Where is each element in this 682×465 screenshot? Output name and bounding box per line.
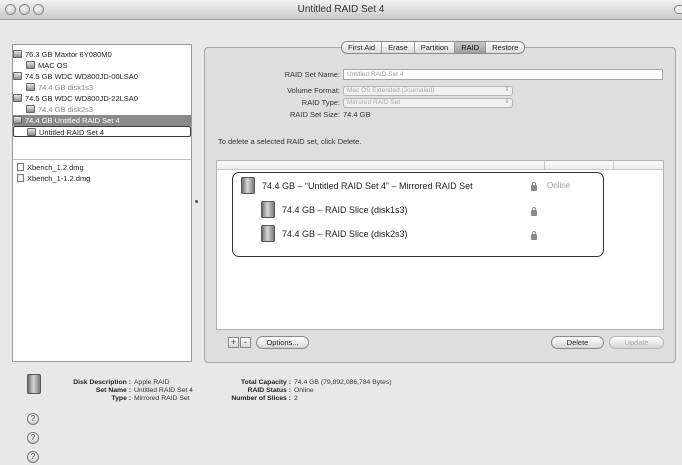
sidebar-item-raid-volume[interactable]: Untitled RAID Set 4 xyxy=(13,126,191,137)
sidebar-item-xbench-dmg-2[interactable]: Xbench_1-1.2.dmg xyxy=(13,173,191,184)
sidebar-item-disk1s3[interactable]: 74.4 GB disk1s3 xyxy=(13,82,191,93)
remove-raid-button[interactable]: - xyxy=(240,337,251,348)
volume-list: 76.3 GB Maxtor 6Y080M0 MAC OS 74.5 GB WD… xyxy=(13,45,191,159)
raid-slice-row-1[interactable]: 74.4 GB – RAID Slice (disk1s3) xyxy=(261,200,408,220)
hard-disk-icon xyxy=(261,201,275,218)
tab-erase[interactable]: Erase xyxy=(382,42,415,53)
disk-image-icon xyxy=(17,163,24,171)
sidebar-item-label: Untitled RAID Set 4 xyxy=(39,128,105,137)
hard-disk-icon xyxy=(13,50,22,58)
sidebar-item-wdc-disk-1[interactable]: 74.5 GB WDC WD800JD-00LSA0 xyxy=(13,71,191,82)
volume-format-row: Volume Format: xyxy=(230,85,340,97)
raid-set-size-row: RAID Set Size: xyxy=(230,109,340,121)
delete-button[interactable]: Delete xyxy=(551,336,604,349)
sidebar-item-maxtor-disk[interactable]: 76.3 GB Maxtor 6Y080M0 xyxy=(13,49,191,60)
update-button[interactable]: Update xyxy=(609,336,664,349)
sidebar-item-label: 74.5 GB WDC WD800JD-00LSA0 xyxy=(25,72,138,81)
window-title: Untitled RAID Set 4 xyxy=(297,4,385,15)
raid-type-row: RAID Type: xyxy=(230,97,340,109)
volume-icon xyxy=(26,105,35,113)
info-label: Type : xyxy=(111,395,131,402)
help-button[interactable]: ? xyxy=(27,451,39,463)
raid-set-name-label: RAID Set Name: xyxy=(284,70,340,79)
help-button[interactable]: ? xyxy=(27,413,39,425)
volume-icon xyxy=(26,61,35,69)
sidebar-item-label: MAC OS xyxy=(38,61,68,70)
hard-disk-icon xyxy=(13,72,22,80)
popup-arrows-icon: ⇕ xyxy=(504,98,510,105)
sidebar-item-xbench-dmg[interactable]: Xbench_1.2.dmg xyxy=(13,162,191,173)
lock-icon xyxy=(531,231,537,240)
sidebar-item-raid-set[interactable]: 74.4 GB Untitled RAID Set 4 xyxy=(13,115,191,126)
volume-format-label: Volume Format: xyxy=(287,86,340,95)
sidebar-item-label: 74.4 GB disk1s3 xyxy=(38,83,94,92)
tab-partition[interactable]: Partition xyxy=(415,42,456,53)
sidebar-item-disk2s3[interactable]: 74.4 GB disk2s3 xyxy=(13,104,191,115)
raid-type-popup[interactable]: Mirrored RAID Set ⇕ xyxy=(343,98,513,108)
table-header xyxy=(217,161,663,170)
raid-type-value: Mirrored RAID Set xyxy=(347,99,401,106)
raid-type-label: RAID Type: xyxy=(301,98,340,107)
lock-icon xyxy=(531,182,537,191)
raid-set-row[interactable]: 74.4 GB – “Untitled RAID Set 4” – Mirror… xyxy=(241,176,473,196)
volume-sidebar: 76.3 GB Maxtor 6Y080M0 MAC OS 74.5 GB WD… xyxy=(12,44,192,362)
tab-restore[interactable]: Restore xyxy=(486,42,524,53)
hard-disk-icon xyxy=(13,94,22,102)
splitter-handle[interactable] xyxy=(195,200,198,203)
sidebar-item-label: Xbench_1.2.dmg xyxy=(27,163,84,172)
sidebar-item-label: 74.4 GB disk2s3 xyxy=(38,105,94,114)
raid-disk-icon xyxy=(241,177,255,194)
title-bar: Untitled RAID Set 4 xyxy=(0,0,682,20)
help-button[interactable]: ? xyxy=(27,432,39,444)
raid-set-name-row: RAID Set Name: xyxy=(230,69,340,81)
info-number-of-slices: Number of Slices : 2 xyxy=(220,394,460,403)
lock-icon xyxy=(531,207,537,216)
sidebar-divider xyxy=(13,159,191,160)
sidebar-item-mac-os-volume[interactable]: MAC OS xyxy=(13,60,191,71)
raid-slice-row-2[interactable]: 74.4 GB – RAID Slice (disk2s3) xyxy=(261,224,408,244)
raid-disk-icon xyxy=(27,374,41,394)
info-value: 2 xyxy=(294,395,298,402)
volume-format-popup[interactable]: Mac OS Extended (Journaled) ⇕ xyxy=(343,86,513,96)
sidebar-item-label: 76.3 GB Maxtor 6Y080M0 xyxy=(25,50,112,59)
sidebar-item-label: Xbench_1-1.2.dmg xyxy=(27,174,91,183)
sidebar-item-label: 74.5 GB WDC WD800JD-22LSA0 xyxy=(25,94,138,103)
raid-set-label: 74.4 GB – “Untitled RAID Set 4” – Mirror… xyxy=(262,181,473,191)
volume-icon xyxy=(27,128,36,136)
tab-first-aid[interactable]: First Aid xyxy=(342,42,383,53)
raid-set-size-label: RAID Set Size: xyxy=(289,110,340,119)
raid-set-size-value: 74.4 GB xyxy=(343,110,371,119)
options-button[interactable]: Options... xyxy=(256,336,309,349)
info-label: Number of Slices : xyxy=(231,395,291,402)
add-raid-button[interactable]: + xyxy=(228,337,239,348)
sidebar-item-label: 74.4 GB Untitled RAID Set 4 xyxy=(25,116,120,125)
volume-format-value: Mac OS Extended (Journaled) xyxy=(347,87,435,94)
info-value: Mirrored RAID Set xyxy=(134,395,190,402)
popup-arrows-icon: ⇕ xyxy=(504,86,510,93)
raid-disk-icon xyxy=(13,116,22,124)
toolbar-toggle-button[interactable] xyxy=(674,5,682,14)
disk-image-icon xyxy=(17,174,24,182)
raid-status-text: Online xyxy=(547,181,571,190)
column-separator xyxy=(613,161,614,170)
volume-icon xyxy=(26,83,35,91)
delete-hint-text: To delete a selected RAID set, click Del… xyxy=(218,137,362,146)
column-separator xyxy=(544,161,545,170)
sidebar-item-wdc-disk-2[interactable]: 74.5 GB WDC WD800JD-22LSA0 xyxy=(13,93,191,104)
tab-bar: First Aid Erase Partition RAID Restore xyxy=(341,41,526,54)
raid-slice-label: 74.4 GB – RAID Slice (disk1s3) xyxy=(282,205,408,215)
disk-image-list: Xbench_1.2.dmg Xbench_1-1.2.dmg xyxy=(13,162,191,184)
raid-slice-label: 74.4 GB – RAID Slice (disk2s3) xyxy=(282,229,408,239)
raid-set-name-input[interactable] xyxy=(343,69,663,80)
hard-disk-icon xyxy=(261,225,275,242)
tab-raid[interactable]: RAID xyxy=(455,42,487,53)
